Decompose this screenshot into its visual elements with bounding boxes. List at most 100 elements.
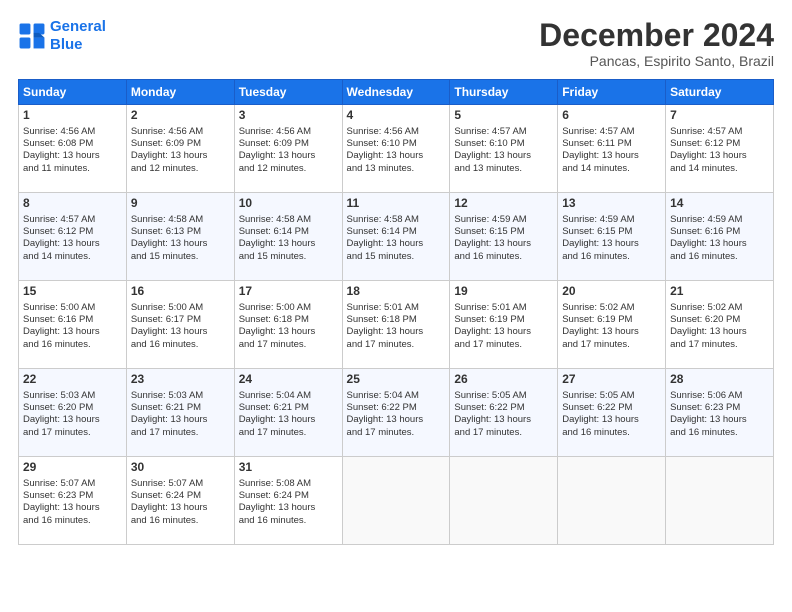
daylight-detail: and 17 minutes. [347, 427, 415, 438]
daylight-label: Daylight: 13 hours [239, 238, 316, 249]
day-number: 25 [347, 372, 446, 388]
sunset-label: Sunset: 6:24 PM [131, 490, 201, 501]
sunrise-label: Sunrise: 5:02 AM [562, 302, 634, 313]
calendar-cell: 30 Sunrise: 5:07 AM Sunset: 6:24 PM Dayl… [126, 457, 234, 545]
day-number: 5 [454, 108, 553, 124]
calendar-table: SundayMondayTuesdayWednesdayThursdayFrid… [18, 79, 774, 545]
sunrise-label: Sunrise: 5:00 AM [23, 302, 95, 313]
sunrise-label: Sunrise: 4:56 AM [347, 126, 419, 137]
day-number: 14 [670, 196, 769, 212]
daylight-label: Daylight: 13 hours [23, 238, 100, 249]
day-number: 28 [670, 372, 769, 388]
day-number: 16 [131, 284, 230, 300]
day-number: 20 [562, 284, 661, 300]
day-number: 18 [347, 284, 446, 300]
calendar-cell: 18 Sunrise: 5:01 AM Sunset: 6:18 PM Dayl… [342, 281, 450, 369]
calendar-week-row: 15 Sunrise: 5:00 AM Sunset: 6:16 PM Dayl… [19, 281, 774, 369]
page: General Blue December 2024 Pancas, Espir… [0, 0, 792, 612]
sunrise-label: Sunrise: 5:04 AM [347, 390, 419, 401]
daylight-detail: and 17 minutes. [454, 427, 522, 438]
daylight-detail: and 17 minutes. [239, 339, 307, 350]
day-number: 17 [239, 284, 338, 300]
sunset-label: Sunset: 6:22 PM [562, 402, 632, 413]
calendar-cell: 13 Sunrise: 4:59 AM Sunset: 6:15 PM Dayl… [558, 193, 666, 281]
day-number: 10 [239, 196, 338, 212]
sunrise-label: Sunrise: 5:00 AM [131, 302, 203, 313]
sunrise-label: Sunrise: 5:07 AM [131, 478, 203, 489]
sunrise-label: Sunrise: 4:57 AM [23, 214, 95, 225]
sunrise-label: Sunrise: 5:01 AM [347, 302, 419, 313]
calendar-cell: 22 Sunrise: 5:03 AM Sunset: 6:20 PM Dayl… [19, 369, 127, 457]
day-number: 4 [347, 108, 446, 124]
calendar-cell: 19 Sunrise: 5:01 AM Sunset: 6:19 PM Dayl… [450, 281, 558, 369]
location-subtitle: Pancas, Espirito Santo, Brazil [539, 53, 774, 69]
sunset-label: Sunset: 6:16 PM [670, 226, 740, 237]
logo: General Blue [18, 18, 106, 54]
logo-line2: Blue [50, 36, 83, 53]
day-number: 3 [239, 108, 338, 124]
daylight-label: Daylight: 13 hours [23, 150, 100, 161]
sunrise-label: Sunrise: 4:56 AM [23, 126, 95, 137]
sunrise-label: Sunrise: 5:07 AM [23, 478, 95, 489]
sunset-label: Sunset: 6:14 PM [239, 226, 309, 237]
daylight-label: Daylight: 13 hours [670, 150, 747, 161]
daylight-detail: and 15 minutes. [347, 251, 415, 262]
sunrise-label: Sunrise: 4:59 AM [670, 214, 742, 225]
daylight-label: Daylight: 13 hours [562, 150, 639, 161]
sunrise-label: Sunrise: 5:01 AM [454, 302, 526, 313]
sunrise-label: Sunrise: 5:05 AM [454, 390, 526, 401]
daylight-detail: and 17 minutes. [670, 339, 738, 350]
daylight-detail: and 12 minutes. [131, 163, 199, 174]
sunrise-label: Sunrise: 4:56 AM [239, 126, 311, 137]
sunrise-label: Sunrise: 4:58 AM [347, 214, 419, 225]
calendar-cell: 27 Sunrise: 5:05 AM Sunset: 6:22 PM Dayl… [558, 369, 666, 457]
sunset-label: Sunset: 6:13 PM [131, 226, 201, 237]
daylight-detail: and 17 minutes. [347, 339, 415, 350]
daylight-label: Daylight: 13 hours [454, 238, 531, 249]
daylight-label: Daylight: 13 hours [23, 414, 100, 425]
daylight-label: Daylight: 13 hours [239, 414, 316, 425]
sunrise-label: Sunrise: 4:58 AM [239, 214, 311, 225]
sunrise-label: Sunrise: 4:58 AM [131, 214, 203, 225]
day-number: 9 [131, 196, 230, 212]
daylight-label: Daylight: 13 hours [239, 502, 316, 513]
calendar-cell: 26 Sunrise: 5:05 AM Sunset: 6:22 PM Dayl… [450, 369, 558, 457]
calendar-week-row: 29 Sunrise: 5:07 AM Sunset: 6:23 PM Dayl… [19, 457, 774, 545]
day-number: 11 [347, 196, 446, 212]
day-number: 2 [131, 108, 230, 124]
sunset-label: Sunset: 6:09 PM [131, 138, 201, 149]
calendar-cell: 11 Sunrise: 4:58 AM Sunset: 6:14 PM Dayl… [342, 193, 450, 281]
calendar-cell: 4 Sunrise: 4:56 AM Sunset: 6:10 PM Dayli… [342, 105, 450, 193]
sunrise-label: Sunrise: 4:59 AM [454, 214, 526, 225]
col-header-friday: Friday [558, 80, 666, 105]
sunset-label: Sunset: 6:20 PM [23, 402, 93, 413]
sunset-label: Sunset: 6:22 PM [347, 402, 417, 413]
calendar-cell: 25 Sunrise: 5:04 AM Sunset: 6:22 PM Dayl… [342, 369, 450, 457]
daylight-detail: and 16 minutes. [454, 251, 522, 262]
daylight-label: Daylight: 13 hours [347, 150, 424, 161]
sunset-label: Sunset: 6:11 PM [562, 138, 632, 149]
daylight-detail: and 16 minutes. [23, 515, 91, 526]
daylight-detail: and 13 minutes. [347, 163, 415, 174]
daylight-detail: and 16 minutes. [670, 427, 738, 438]
sunset-label: Sunset: 6:16 PM [23, 314, 93, 325]
daylight-label: Daylight: 13 hours [347, 238, 424, 249]
daylight-detail: and 14 minutes. [23, 251, 91, 262]
daylight-detail: and 17 minutes. [562, 339, 630, 350]
sunset-label: Sunset: 6:18 PM [239, 314, 309, 325]
sunrise-label: Sunrise: 5:03 AM [23, 390, 95, 401]
daylight-label: Daylight: 13 hours [131, 150, 208, 161]
logo-line1: General [50, 18, 106, 35]
day-number: 6 [562, 108, 661, 124]
daylight-label: Daylight: 13 hours [347, 326, 424, 337]
daylight-label: Daylight: 13 hours [670, 238, 747, 249]
sunset-label: Sunset: 6:21 PM [239, 402, 309, 413]
sunset-label: Sunset: 6:20 PM [670, 314, 740, 325]
logo-icon [18, 22, 46, 50]
title-block: December 2024 Pancas, Espirito Santo, Br… [539, 18, 774, 69]
calendar-cell: 5 Sunrise: 4:57 AM Sunset: 6:10 PM Dayli… [450, 105, 558, 193]
daylight-detail: and 15 minutes. [239, 251, 307, 262]
sunset-label: Sunset: 6:10 PM [454, 138, 524, 149]
daylight-label: Daylight: 13 hours [131, 326, 208, 337]
sunset-label: Sunset: 6:23 PM [23, 490, 93, 501]
